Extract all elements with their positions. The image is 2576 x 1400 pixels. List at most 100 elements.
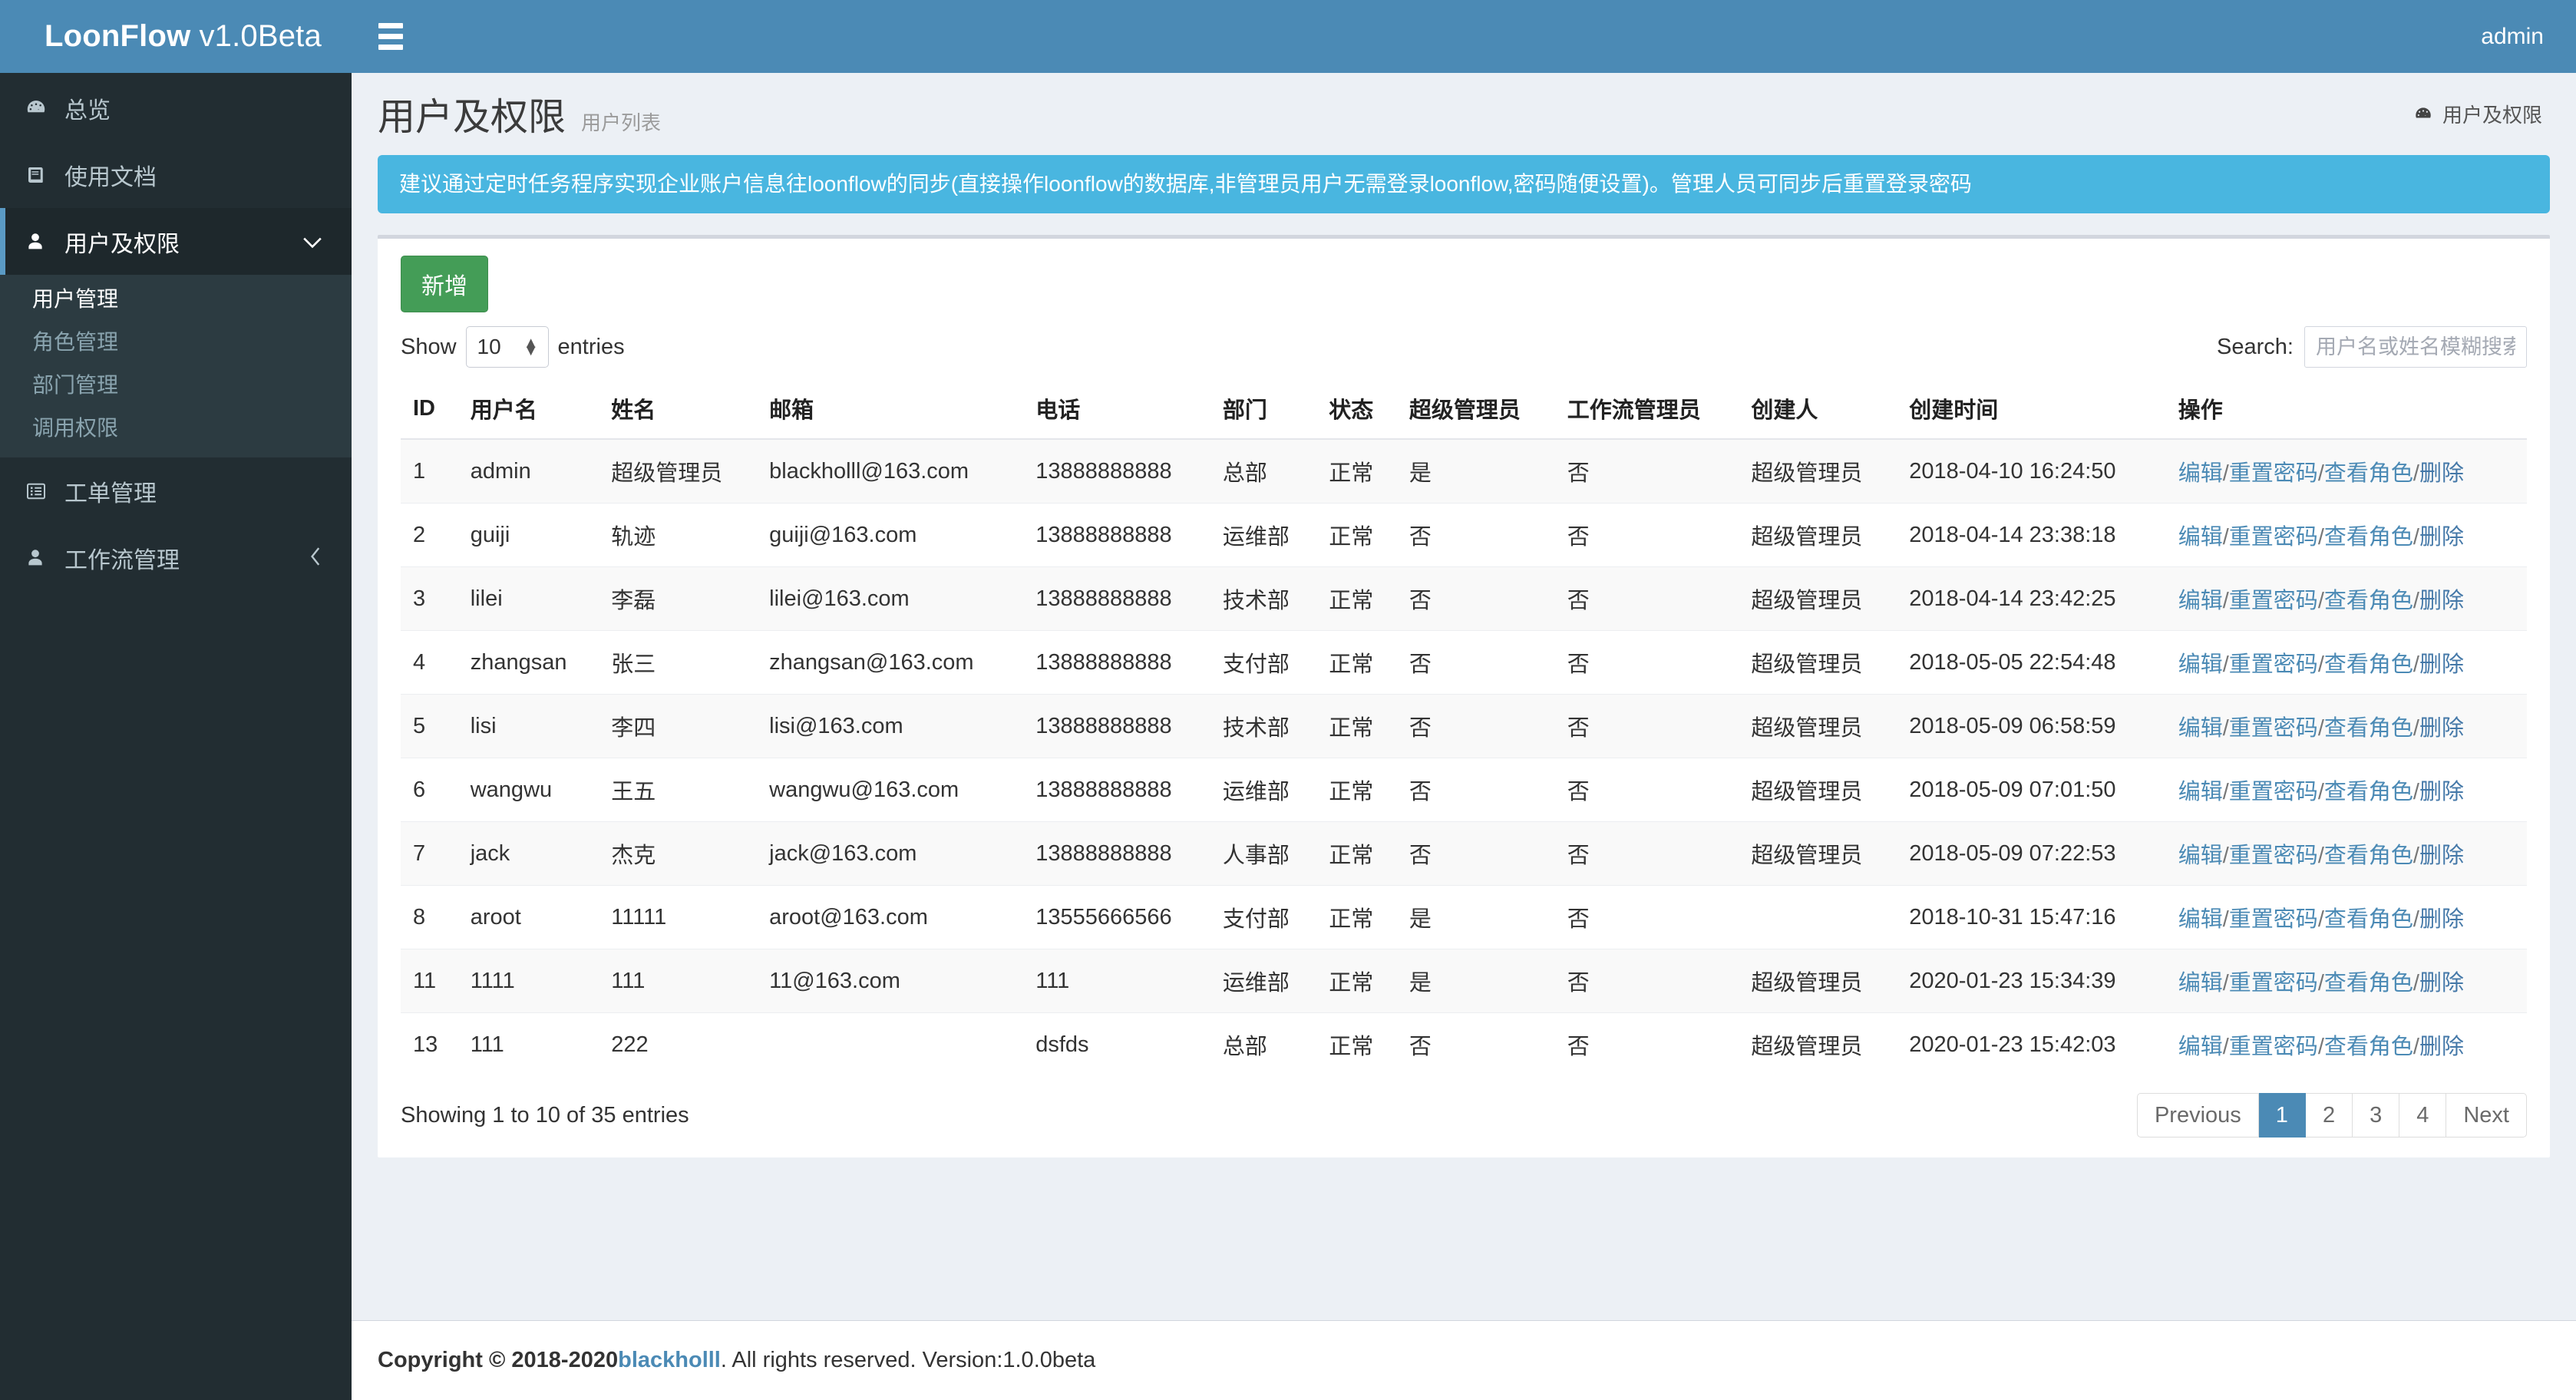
entries-per-page-select[interactable]: 10 ▲ ▼: [465, 326, 549, 368]
pagination-button-4[interactable]: 4: [2399, 1093, 2447, 1138]
view-roles-link[interactable]: 查看角色: [2324, 907, 2413, 932]
edit-link[interactable]: 编辑: [2178, 589, 2223, 613]
view-roles-link[interactable]: 查看角色: [2324, 589, 2413, 613]
view-roles-link[interactable]: 查看角色: [2324, 1035, 2413, 1059]
breadcrumb[interactable]: 用户及权限: [2413, 100, 2542, 128]
sidebar-item-docs[interactable]: 使用文档: [0, 141, 352, 208]
operation-separator: /: [2222, 525, 2229, 550]
column-header-super-admin[interactable]: 超级管理员: [1396, 380, 1555, 440]
view-roles-link[interactable]: 查看角色: [2324, 780, 2413, 804]
delete-link[interactable]: 删除: [2419, 589, 2464, 613]
cell-email: zhangsan@163.com: [757, 630, 1024, 695]
sidebar-item-user-management[interactable]: 用户管理: [0, 278, 352, 321]
search-input[interactable]: [2304, 326, 2527, 368]
sidebar-nav: 总览 使用文档 用户及权限 用户管理 角色管理 部门管理 调用权限 工单管理 工…: [0, 73, 352, 591]
delete-link[interactable]: 删除: [2419, 652, 2464, 677]
column-header-status[interactable]: 状态: [1316, 380, 1397, 440]
view-roles-link[interactable]: 查看角色: [2324, 461, 2413, 486]
cell-super-admin: 否: [1396, 821, 1555, 886]
sidebar-item-api-permission[interactable]: 调用权限: [0, 407, 352, 450]
edit-link[interactable]: 编辑: [2178, 716, 2223, 741]
delete-link[interactable]: 删除: [2419, 844, 2464, 868]
brand-logo[interactable]: LoonFlow v1.0Beta: [0, 0, 352, 73]
user-list-box: 新增 Show 10 ▲ ▼ entries Search: 用户名或姓名模糊搜…: [378, 235, 2550, 1157]
column-header-department[interactable]: 部门: [1210, 380, 1317, 440]
reset-password-link[interactable]: 重置密码: [2229, 780, 2318, 804]
pagination-button-2[interactable]: 2: [2305, 1093, 2353, 1138]
delete-link[interactable]: 删除: [2419, 971, 2464, 996]
column-header-name[interactable]: 姓名: [599, 380, 758, 440]
pagination-button-next[interactable]: Next: [2446, 1093, 2527, 1138]
sidebar-item-ticket-management[interactable]: 工单管理: [0, 457, 352, 524]
delete-link[interactable]: 删除: [2419, 780, 2464, 804]
cell-phone: 13888888888: [1023, 821, 1210, 886]
reset-password-link[interactable]: 重置密码: [2229, 716, 2318, 741]
reset-password-link[interactable]: 重置密码: [2229, 971, 2318, 996]
cell-email: lilei@163.com: [757, 566, 1024, 631]
cell-creator: 超级管理员: [1739, 630, 1897, 695]
column-header-created-time[interactable]: 创建时间: [1897, 380, 2166, 440]
cell-name: 王五: [599, 758, 758, 822]
cell-operations: 编辑/重置密码/查看角色/删除: [2165, 566, 2527, 631]
delete-link[interactable]: 删除: [2419, 716, 2464, 741]
column-header-operations[interactable]: 操作: [2165, 380, 2527, 440]
edit-link[interactable]: 编辑: [2178, 1035, 2223, 1059]
cell-super-admin: 是: [1396, 885, 1555, 949]
footer-author-link[interactable]: blackholll: [618, 1348, 721, 1373]
app-root: LoonFlow v1.0Beta 总览 使用文档 用户及权限 用户管理 角色管…: [0, 0, 2576, 1400]
column-header-workflow-admin[interactable]: 工作流管理员: [1554, 380, 1739, 440]
view-roles-link[interactable]: 查看角色: [2324, 525, 2413, 550]
column-header-email[interactable]: 邮箱: [757, 380, 1024, 440]
cell-workflow-admin: 否: [1554, 438, 1739, 504]
edit-link[interactable]: 编辑: [2178, 971, 2223, 996]
sidebar-item-users-permissions[interactable]: 用户及权限: [0, 208, 352, 275]
view-roles-link[interactable]: 查看角色: [2324, 971, 2413, 996]
reset-password-link[interactable]: 重置密码: [2229, 525, 2318, 550]
sidebar-item-workflow-management[interactable]: 工作流管理: [0, 524, 352, 591]
reset-password-link[interactable]: 重置密码: [2229, 907, 2318, 932]
hamburger-menu-icon[interactable]: [352, 0, 424, 73]
column-header-phone[interactable]: 电话: [1023, 380, 1210, 440]
book-icon: [25, 163, 64, 187]
sidebar-item-label: 使用文档: [64, 164, 157, 190]
pagination-button-previous[interactable]: Previous: [2136, 1093, 2259, 1138]
cell-phone: 13888888888: [1023, 566, 1210, 631]
edit-link[interactable]: 编辑: [2178, 652, 2223, 677]
column-header-username[interactable]: 用户名: [457, 380, 599, 440]
sidebar-item-role-management[interactable]: 角色管理: [0, 321, 352, 364]
reset-password-link[interactable]: 重置密码: [2229, 589, 2318, 613]
edit-link[interactable]: 编辑: [2178, 461, 2223, 486]
view-roles-link[interactable]: 查看角色: [2324, 716, 2413, 741]
reset-password-link[interactable]: 重置密码: [2229, 461, 2318, 486]
operation-separator: /: [2317, 907, 2324, 932]
list-icon: [25, 480, 64, 503]
sidebar-item-department-management[interactable]: 部门管理: [0, 364, 352, 407]
column-header-id[interactable]: ID: [401, 380, 458, 440]
column-header-creator[interactable]: 创建人: [1739, 380, 1897, 440]
delete-link[interactable]: 删除: [2419, 907, 2464, 932]
edit-link[interactable]: 编辑: [2178, 907, 2223, 932]
reset-password-link[interactable]: 重置密码: [2229, 652, 2318, 677]
view-roles-link[interactable]: 查看角色: [2324, 844, 2413, 868]
cell-phone: 13555666566: [1023, 885, 1210, 949]
cell-creator: 超级管理员: [1739, 758, 1897, 822]
view-roles-link[interactable]: 查看角色: [2324, 652, 2413, 677]
cell-workflow-admin: 否: [1554, 949, 1739, 1013]
pagination-button-1[interactable]: 1: [2258, 1093, 2306, 1138]
edit-link[interactable]: 编辑: [2178, 844, 2223, 868]
reset-password-link[interactable]: 重置密码: [2229, 844, 2318, 868]
delete-link[interactable]: 删除: [2419, 461, 2464, 486]
edit-link[interactable]: 编辑: [2178, 525, 2223, 550]
cell-created-time: 2018-05-09 06:58:59: [1897, 694, 2166, 758]
delete-link[interactable]: 删除: [2419, 525, 2464, 550]
add-user-button[interactable]: 新增: [401, 256, 488, 312]
cell-super-admin: 是: [1396, 438, 1555, 504]
delete-link[interactable]: 删除: [2419, 1035, 2464, 1059]
sidebar-item-overview[interactable]: 总览: [0, 74, 352, 141]
reset-password-link[interactable]: 重置密码: [2229, 1035, 2318, 1059]
top-navbar: admin: [352, 0, 2576, 73]
edit-link[interactable]: 编辑: [2178, 780, 2223, 804]
navbar-user-menu[interactable]: admin: [2481, 24, 2576, 50]
pagination-button-3[interactable]: 3: [2353, 1093, 2400, 1138]
cell-department: 支付部: [1210, 630, 1317, 695]
